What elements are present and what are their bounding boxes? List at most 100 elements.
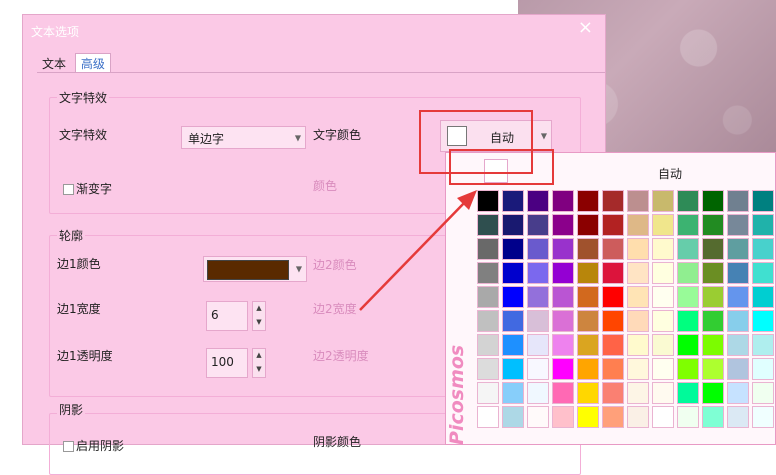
color-swatch[interactable] xyxy=(502,334,524,356)
color-swatch[interactable] xyxy=(577,214,599,236)
color-swatch[interactable] xyxy=(552,334,574,356)
color-swatch[interactable] xyxy=(702,238,724,260)
close-button[interactable]: × xyxy=(578,19,593,37)
color-swatch[interactable] xyxy=(627,286,649,308)
gradient-option[interactable]: 渐变字 xyxy=(63,180,112,197)
color-swatch[interactable] xyxy=(627,310,649,332)
color-swatch[interactable] xyxy=(552,214,574,236)
color-swatch[interactable] xyxy=(752,358,774,380)
color-swatch[interactable] xyxy=(527,286,549,308)
color-swatch[interactable] xyxy=(552,286,574,308)
color-swatch[interactable] xyxy=(752,286,774,308)
color-swatch[interactable] xyxy=(652,358,674,380)
color-swatch[interactable] xyxy=(602,190,624,212)
color-swatch[interactable] xyxy=(652,310,674,332)
color-swatch[interactable] xyxy=(727,406,749,428)
chevron-down-icon[interactable]: ▼ xyxy=(253,316,265,330)
color-swatch[interactable] xyxy=(652,238,674,260)
color-swatch[interactable] xyxy=(527,406,549,428)
tab-text[interactable]: 文本 xyxy=(37,54,71,73)
color-swatch[interactable] xyxy=(552,190,574,212)
color-swatch[interactable] xyxy=(702,406,724,428)
color-swatch[interactable] xyxy=(677,358,699,380)
color-swatch[interactable] xyxy=(752,214,774,236)
color-swatch[interactable] xyxy=(752,310,774,332)
color-swatch[interactable] xyxy=(552,262,574,284)
color-swatch[interactable] xyxy=(727,382,749,404)
color-swatch[interactable] xyxy=(602,262,624,284)
chevron-down-icon[interactable]: ▼ xyxy=(253,363,265,377)
color-swatch[interactable] xyxy=(502,358,524,380)
color-swatch[interactable] xyxy=(577,190,599,212)
color-swatch[interactable] xyxy=(752,262,774,284)
color-swatch[interactable] xyxy=(627,214,649,236)
color-swatch[interactable] xyxy=(727,262,749,284)
chevron-up-icon[interactable]: ▲ xyxy=(253,302,265,316)
color-swatch[interactable] xyxy=(652,406,674,428)
color-swatch[interactable] xyxy=(527,310,549,332)
color-swatch[interactable] xyxy=(527,238,549,260)
color-swatch[interactable] xyxy=(577,286,599,308)
color-swatch[interactable] xyxy=(527,334,549,356)
tab-advanced[interactable]: 高级 xyxy=(74,53,111,73)
color-swatch[interactable] xyxy=(627,238,649,260)
color-swatch[interactable] xyxy=(502,310,524,332)
color-swatch[interactable] xyxy=(602,214,624,236)
auto-color-row[interactable]: 自动 xyxy=(446,153,776,189)
effect-select[interactable]: 单边字 ▼ xyxy=(181,126,306,149)
color-swatch[interactable] xyxy=(527,382,549,404)
enable-shadow-checkbox[interactable] xyxy=(63,441,74,452)
text-color-select[interactable]: 自动 ▼ xyxy=(440,120,552,152)
edge1-color-select[interactable]: ▼ xyxy=(203,256,307,282)
color-swatch[interactable] xyxy=(502,262,524,284)
color-swatch[interactable] xyxy=(752,334,774,356)
color-swatch[interactable] xyxy=(752,406,774,428)
color-swatch[interactable] xyxy=(652,382,674,404)
color-swatch[interactable] xyxy=(727,310,749,332)
color-swatch[interactable] xyxy=(727,238,749,260)
color-swatch[interactable] xyxy=(727,358,749,380)
color-swatch[interactable] xyxy=(652,334,674,356)
color-swatch[interactable] xyxy=(677,286,699,308)
color-swatch[interactable] xyxy=(702,382,724,404)
color-swatch[interactable] xyxy=(627,334,649,356)
color-swatch[interactable] xyxy=(552,310,574,332)
auto-color-swatch[interactable] xyxy=(484,159,508,183)
color-swatch[interactable] xyxy=(527,190,549,212)
color-swatch[interactable] xyxy=(602,406,624,428)
color-swatch[interactable] xyxy=(502,286,524,308)
color-swatch[interactable] xyxy=(677,190,699,212)
color-swatch[interactable] xyxy=(677,382,699,404)
color-swatch[interactable] xyxy=(677,238,699,260)
color-swatch[interactable] xyxy=(477,358,499,380)
color-swatch[interactable] xyxy=(627,190,649,212)
color-swatch[interactable] xyxy=(702,286,724,308)
color-swatch[interactable] xyxy=(702,358,724,380)
color-swatch[interactable] xyxy=(577,310,599,332)
color-swatch[interactable] xyxy=(627,358,649,380)
color-swatch[interactable] xyxy=(627,406,649,428)
color-swatch[interactable] xyxy=(727,190,749,212)
color-swatch[interactable] xyxy=(677,262,699,284)
color-swatch[interactable] xyxy=(702,310,724,332)
edge1-opacity-input[interactable]: 100 xyxy=(206,348,248,378)
color-swatch[interactable] xyxy=(502,214,524,236)
color-swatch[interactable] xyxy=(752,190,774,212)
color-swatch[interactable] xyxy=(602,334,624,356)
color-swatch[interactable] xyxy=(477,406,499,428)
edge1-width-stepper[interactable]: ▲ ▼ xyxy=(252,301,266,331)
color-swatch[interactable] xyxy=(502,238,524,260)
color-swatch[interactable] xyxy=(502,406,524,428)
color-swatch[interactable] xyxy=(527,358,549,380)
color-swatch[interactable] xyxy=(552,238,574,260)
edge1-opacity-stepper[interactable]: ▲ ▼ xyxy=(252,348,266,378)
color-swatch[interactable] xyxy=(502,190,524,212)
color-swatch[interactable] xyxy=(677,310,699,332)
color-swatch[interactable] xyxy=(552,406,574,428)
color-swatch[interactable] xyxy=(577,238,599,260)
color-swatch[interactable] xyxy=(577,262,599,284)
color-swatch[interactable] xyxy=(527,262,549,284)
color-swatch[interactable] xyxy=(677,406,699,428)
enable-shadow-option[interactable]: 启用阴影 xyxy=(63,437,124,454)
color-swatch[interactable] xyxy=(702,262,724,284)
